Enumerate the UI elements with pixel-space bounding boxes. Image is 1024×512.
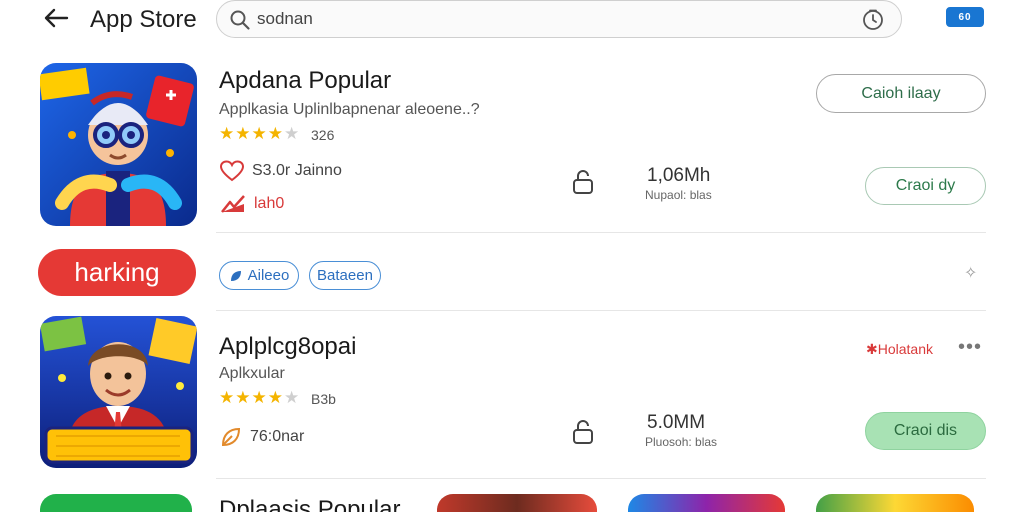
lock-icon: [573, 420, 593, 444]
app-subtitle: Aplkxular: [219, 365, 285, 382]
rating-count: 326: [311, 127, 335, 143]
battery-icon: 60: [946, 7, 984, 27]
trend-icon: [221, 195, 245, 213]
trend-meta: lah0: [220, 194, 284, 214]
more-icon[interactable]: •••: [958, 336, 982, 359]
back-button[interactable]: [40, 4, 72, 32]
heart-icon: [220, 160, 244, 182]
divider: [216, 232, 986, 233]
leaf-icon: [221, 427, 241, 447]
search-input[interactable]: [257, 6, 817, 32]
page-title: App Store: [90, 6, 197, 33]
app-subtitle: Applkasia Uplinlbapnenar aleoene..?: [219, 101, 480, 118]
install-button[interactable]: Craoi dy: [865, 167, 986, 205]
download-size: 5.0MM: [647, 412, 706, 433]
game-character-icon: [40, 63, 197, 226]
wishlist-label: S3.0r Jainno: [252, 162, 342, 179]
ranking-tab[interactable]: harking: [38, 249, 196, 296]
battery-label: 60: [958, 11, 972, 23]
star-rating: ★★★★★: [219, 388, 301, 407]
star-rating: ★★★★★: [219, 124, 301, 143]
app-name[interactable]: Aplplcg8opai: [219, 333, 356, 361]
download-size-label: Pluosoh: blas: [645, 435, 718, 449]
trend-label: lah0: [254, 195, 285, 212]
status-badge: ✱Holatank: [866, 341, 933, 357]
rating-count: B3b: [311, 391, 336, 407]
status-badge-label: Holatank: [877, 341, 933, 357]
category-label: 76:0nar: [250, 428, 305, 445]
download-size: 1,06Mh: [647, 165, 711, 186]
download-size-label: Nupaol: blas: [645, 188, 712, 202]
search-bar[interactable]: [216, 0, 902, 38]
app-icon-1[interactable]: [40, 63, 197, 226]
divider: [216, 310, 986, 311]
lock-icon: [573, 170, 593, 194]
back-arrow-icon: [44, 8, 69, 28]
app-icon-6[interactable]: [816, 494, 974, 512]
primary-app-button[interactable]: Caioh ilaay: [816, 74, 986, 113]
app-icon-2[interactable]: [40, 316, 197, 468]
leaf-icon: [230, 270, 241, 281]
game-character-icon: [40, 316, 197, 468]
app-icon-5[interactable]: [628, 494, 785, 512]
filter-chip-1[interactable]: Aileeo: [219, 261, 299, 290]
mic-icon[interactable]: [861, 8, 885, 32]
app-icon-4[interactable]: [437, 494, 597, 512]
divider: [216, 478, 986, 479]
filter-chip-2[interactable]: Bataeen: [309, 261, 381, 290]
app-name[interactable]: Dplaasis Popular: [219, 496, 400, 512]
app-icon-3[interactable]: [40, 494, 192, 512]
filter-chip-1-label: Aileeo: [247, 267, 290, 284]
category-meta: 76:0nar: [220, 426, 304, 448]
wishlist-meta[interactable]: S3.0r Jainno: [220, 160, 342, 182]
search-icon: [230, 10, 250, 30]
sparkle-icon[interactable]: ✧: [964, 263, 977, 283]
app-name[interactable]: Apdana Popular: [219, 67, 391, 95]
install-button[interactable]: Craoi dis: [865, 412, 986, 450]
